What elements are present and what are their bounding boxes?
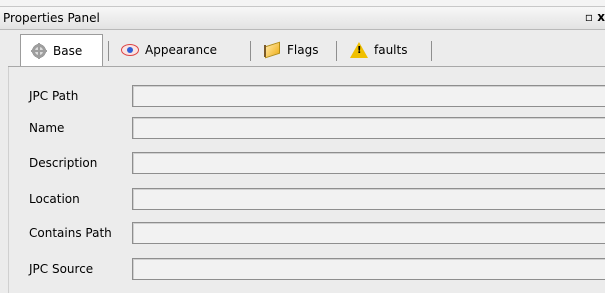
- name-input[interactable]: [132, 117, 605, 139]
- tab-appearance[interactable]: Appearance: [111, 35, 246, 65]
- field-label: Location: [29, 192, 80, 206]
- field-row-jpc-source: JPC Source: [29, 258, 605, 282]
- tab-base[interactable]: Base: [20, 34, 103, 66]
- field-row-location: Location: [29, 188, 605, 212]
- top-strip: [0, 0, 605, 7]
- description-input[interactable]: [132, 152, 605, 174]
- tab-flags[interactable]: Flags: [253, 35, 333, 65]
- eye-icon: [121, 44, 139, 56]
- tab-bar: Base Appearance Flags faults: [8, 34, 605, 67]
- tab-separator: [336, 41, 337, 61]
- restore-icon[interactable]: ▫: [585, 10, 593, 24]
- field-row-jpc-path: JPC Path: [29, 85, 605, 109]
- properties-panel: Properties Panel ▫ x Base Appearance Fla…: [0, 0, 605, 293]
- tab-separator: [250, 41, 251, 61]
- field-label: JPC Path: [29, 89, 79, 103]
- tab-faults-label: faults: [374, 43, 408, 57]
- field-row-contains-path: Contains Path: [29, 222, 605, 246]
- jpc-path-input[interactable]: [132, 85, 605, 107]
- panel-titlebar: Properties Panel ▫ x: [0, 7, 605, 30]
- tab-content: JPC Path Name Description Location Conta…: [8, 67, 605, 293]
- jpc-source-input[interactable]: [132, 258, 605, 280]
- panel-title: Properties Panel: [3, 11, 100, 25]
- tab-separator: [431, 41, 432, 61]
- field-row-name: Name: [29, 117, 605, 141]
- flag-icon: [263, 42, 281, 58]
- tab-appearance-label: Appearance: [145, 43, 218, 57]
- warning-icon: [350, 42, 368, 58]
- contains-path-input[interactable]: [132, 222, 605, 244]
- field-label: Name: [29, 121, 65, 135]
- field-label: JPC Source: [29, 262, 94, 276]
- field-label: Contains Path: [29, 226, 112, 240]
- window-controls: ▫ x: [585, 10, 605, 24]
- location-input[interactable]: [132, 188, 605, 210]
- tab-separator: [108, 41, 109, 61]
- tab-faults[interactable]: faults: [340, 35, 430, 65]
- field-label: Description: [29, 156, 98, 170]
- field-row-description: Description: [29, 152, 605, 176]
- tab-base-label: Base: [53, 43, 83, 58]
- close-icon[interactable]: x: [597, 10, 605, 24]
- tab-flags-label: Flags: [287, 43, 319, 57]
- gear-icon: [31, 42, 47, 59]
